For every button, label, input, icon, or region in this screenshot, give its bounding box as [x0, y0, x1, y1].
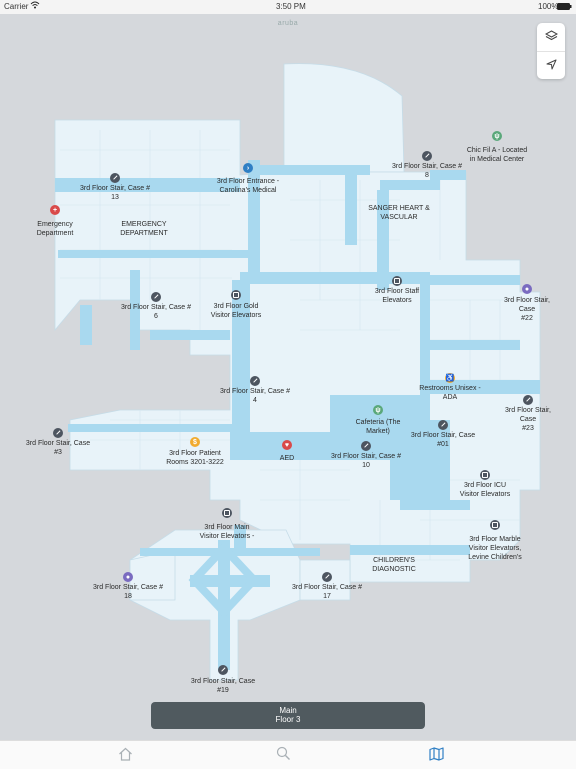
wifi-icon [30, 1, 40, 11]
poi-stair-17[interactable]: 3rd Floor Stair, Case # 17 [292, 583, 362, 601]
elevator-icon[interactable] [222, 508, 232, 518]
poi-patient-rooms[interactable]: 3rd Floor Patient Rooms 3201-3222 [166, 449, 224, 467]
stair-icon[interactable] [218, 665, 228, 675]
stair-icon[interactable] [361, 441, 371, 451]
map-controls [537, 23, 565, 79]
tab-search[interactable] [273, 746, 293, 766]
poi-stair-8[interactable]: 3rd Floor Stair, Case # 8 [392, 162, 462, 180]
floor-map[interactable] [0, 14, 576, 740]
pin-marker-icon[interactable]: ● [522, 284, 532, 294]
poi-stair-18[interactable]: 3rd Floor Stair, Case # 18 [93, 583, 163, 601]
elevator-icon[interactable] [480, 470, 490, 480]
poi-stair-10[interactable]: 3rd Floor Stair, Case # 10 [331, 452, 401, 470]
poi-emergency-dept[interactable]: Emergency Department [37, 220, 74, 238]
clock-time: 3:50 PM [276, 2, 306, 11]
stair-icon[interactable] [438, 420, 448, 430]
poi-gold-elevators[interactable]: 3rd Floor Gold Visitor Elevators [211, 302, 261, 320]
poi-stair-4[interactable]: 3rd Floor Stair, Case # 4 [220, 387, 290, 405]
medical-cross-icon[interactable]: + [50, 205, 60, 215]
poi-main-elevators[interactable]: 3rd Floor Main Visitor Elevators - [200, 523, 255, 541]
stair-icon[interactable] [151, 292, 161, 302]
poi-stair-19[interactable]: 3rd Floor Stair, Case #19 [191, 677, 255, 695]
poi-aed[interactable]: AED [280, 454, 294, 463]
pin-marker-icon[interactable]: ● [123, 572, 133, 582]
poi-stair-01[interactable]: 3rd Floor Stair, Case #01 [411, 431, 475, 449]
locate-button[interactable] [537, 51, 565, 80]
food-icon[interactable]: ψ [492, 131, 502, 141]
poi-stair-22[interactable]: 3rd Floor Stair, Case #22 [503, 296, 552, 323]
elevator-icon[interactable] [231, 290, 241, 300]
search-icon [276, 746, 291, 766]
entrance-icon[interactable]: › [243, 163, 253, 173]
patient-rooms-icon[interactable]: $ [190, 437, 200, 447]
home-icon [118, 747, 133, 766]
food-icon[interactable]: ψ [373, 405, 383, 415]
stair-icon[interactable] [523, 395, 533, 405]
elevator-icon[interactable] [490, 520, 500, 530]
carrier-label: Carrier [4, 2, 29, 11]
poi-entrance[interactable]: 3rd Floor Entrance - Carolina's Medical [217, 177, 279, 195]
tab-map[interactable] [426, 746, 446, 766]
location-arrow-icon [546, 57, 557, 75]
aed-heart-icon[interactable]: ♥ [282, 440, 292, 450]
map-icon [428, 746, 444, 766]
poi-restrooms[interactable]: Restrooms Unisex - ADA [419, 384, 480, 402]
stair-icon[interactable] [250, 376, 260, 386]
floor-name: Floor 3 [275, 715, 301, 724]
poi-cafeteria[interactable]: Cafeteria (The Market) [356, 418, 401, 436]
stair-icon[interactable] [322, 572, 332, 582]
area-childrens: CHILDREN'S DIAGNOSTIC [372, 557, 416, 573]
stair-icon[interactable] [110, 173, 120, 183]
stair-icon[interactable] [422, 151, 432, 161]
area-sanger: SANGER HEART & VASCULAR [368, 205, 430, 221]
layers-icon [544, 28, 558, 46]
layers-button[interactable] [537, 23, 565, 51]
stair-icon[interactable] [53, 428, 63, 438]
poi-staff-elevators[interactable]: 3rd Floor Staff Elevators [375, 287, 419, 305]
restroom-icon[interactable]: ♿ [445, 373, 455, 383]
area-emergency: EMERGENCY DEPARTMENT [120, 221, 168, 237]
poi-chicfila[interactable]: Chic Fil A - Located in Medical Center [467, 146, 527, 164]
poi-icu-elevators[interactable]: 3rd Floor ICU Visitor Elevators [460, 481, 510, 499]
poi-stair-6[interactable]: 3rd Floor Stair, Case # 6 [121, 303, 191, 321]
floor-selector[interactable]: Main Floor 3 [151, 702, 425, 729]
elevator-icon[interactable] [392, 276, 402, 286]
battery-percent: 100% [538, 2, 559, 11]
poi-marble-elevators[interactable]: 3rd Floor Marble Visitor Elevators, Levi… [468, 535, 521, 562]
poi-stair-23[interactable]: 3rd Floor Stair, Case #23 [504, 406, 552, 433]
status-bar: Carrier 3:50 PM 100% [0, 0, 576, 14]
battery-icon [557, 3, 572, 12]
tab-bar [0, 740, 576, 769]
poi-stair-13[interactable]: 3rd Floor Stair, Case # 13 [80, 184, 150, 202]
poi-stair-3[interactable]: 3rd Floor Stair, Case #3 [26, 439, 90, 457]
tab-home[interactable] [115, 747, 135, 765]
building-name: Main [279, 706, 297, 715]
